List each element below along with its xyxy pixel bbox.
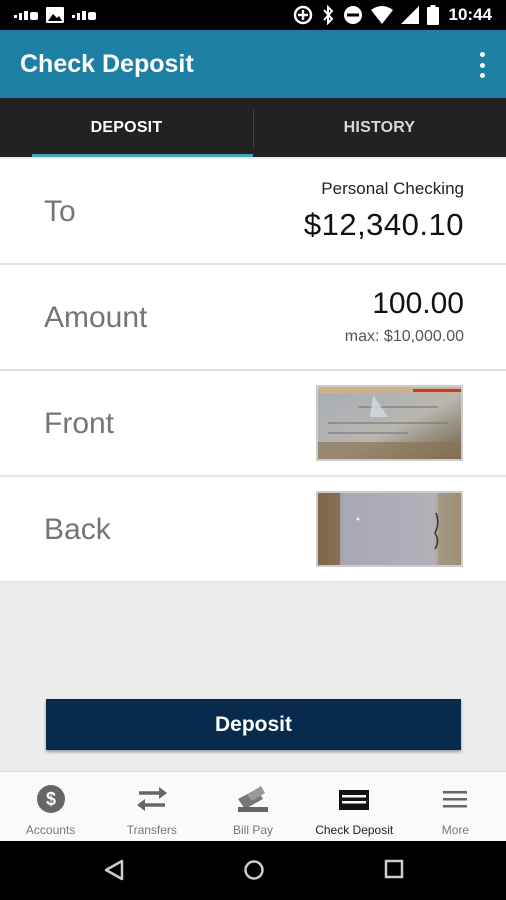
nav-check-deposit[interactable]: Check Deposit xyxy=(304,772,405,841)
hamburger-menu-icon xyxy=(443,791,468,808)
bluetooth-icon xyxy=(322,5,333,25)
nav-transfers[interactable]: Transfers xyxy=(101,772,202,841)
tab-divider xyxy=(253,110,254,148)
back-image-row[interactable]: Back xyxy=(0,477,506,581)
amount-field[interactable]: 100.00 xyxy=(372,287,464,321)
status-bar: 10:44 xyxy=(0,0,506,30)
account-name: Personal Checking xyxy=(321,179,464,198)
tab-history[interactable]: HISTORY xyxy=(253,98,506,157)
image-icon xyxy=(46,7,64,23)
bill-pay-icon xyxy=(238,786,268,812)
amount-max-hint: max: $10,000.00 xyxy=(344,328,464,345)
transfer-arrows-icon xyxy=(136,787,167,811)
dollar-circle-icon: $ xyxy=(36,785,65,813)
amount-label: Amount xyxy=(44,301,148,334)
battery-icon xyxy=(426,5,439,25)
bottom-navigation: $ Accounts Transfers Bill Pay Check Depo… xyxy=(0,771,506,841)
account-balance: $12,340.10 xyxy=(303,207,464,242)
back-icon[interactable] xyxy=(104,859,124,881)
divider xyxy=(0,581,506,582)
clock-time: 10:44 xyxy=(448,5,492,24)
nav-label: Accounts xyxy=(25,823,76,837)
check-icon xyxy=(339,790,370,810)
do-not-disturb-icon xyxy=(343,6,362,24)
to-account-row[interactable]: To Personal Checking $12,340.10 xyxy=(0,159,506,263)
deposit-button[interactable]: Deposit xyxy=(46,699,461,750)
front-image-row[interactable]: Front xyxy=(0,371,506,475)
nav-label: Check Deposit xyxy=(315,823,394,837)
recents-icon[interactable] xyxy=(384,859,404,879)
cell-signal-icon xyxy=(400,6,419,24)
home-icon[interactable] xyxy=(243,859,265,881)
front-check-thumbnail[interactable] xyxy=(316,385,463,461)
nav-label: Transfers xyxy=(126,823,177,837)
nav-label: More xyxy=(441,823,470,837)
amount-row[interactable]: Amount 100.00 max: $10,000.00 xyxy=(0,265,506,369)
front-label: Front xyxy=(44,407,115,440)
overflow-menu-icon[interactable] xyxy=(472,52,492,78)
back-label: Back xyxy=(44,513,111,546)
to-label: To xyxy=(44,195,76,228)
nav-accounts[interactable]: $ Accounts xyxy=(0,772,101,841)
signal-dots-icon xyxy=(14,11,38,20)
svg-text:$: $ xyxy=(46,789,56,809)
wifi-icon xyxy=(370,6,393,24)
back-check-thumbnail[interactable] xyxy=(316,491,463,567)
nav-bill-pay[interactable]: Bill Pay xyxy=(202,772,303,841)
data-saver-icon xyxy=(293,5,312,25)
app-bar: Check Deposit xyxy=(0,30,506,98)
system-navigation-bar xyxy=(0,841,506,900)
page-title: Check Deposit xyxy=(20,50,194,78)
nav-more[interactable]: More xyxy=(405,772,506,841)
tab-deposit[interactable]: DEPOSIT xyxy=(0,98,253,157)
signal-dots-icon xyxy=(72,11,96,20)
nav-label: Bill Pay xyxy=(233,823,274,837)
